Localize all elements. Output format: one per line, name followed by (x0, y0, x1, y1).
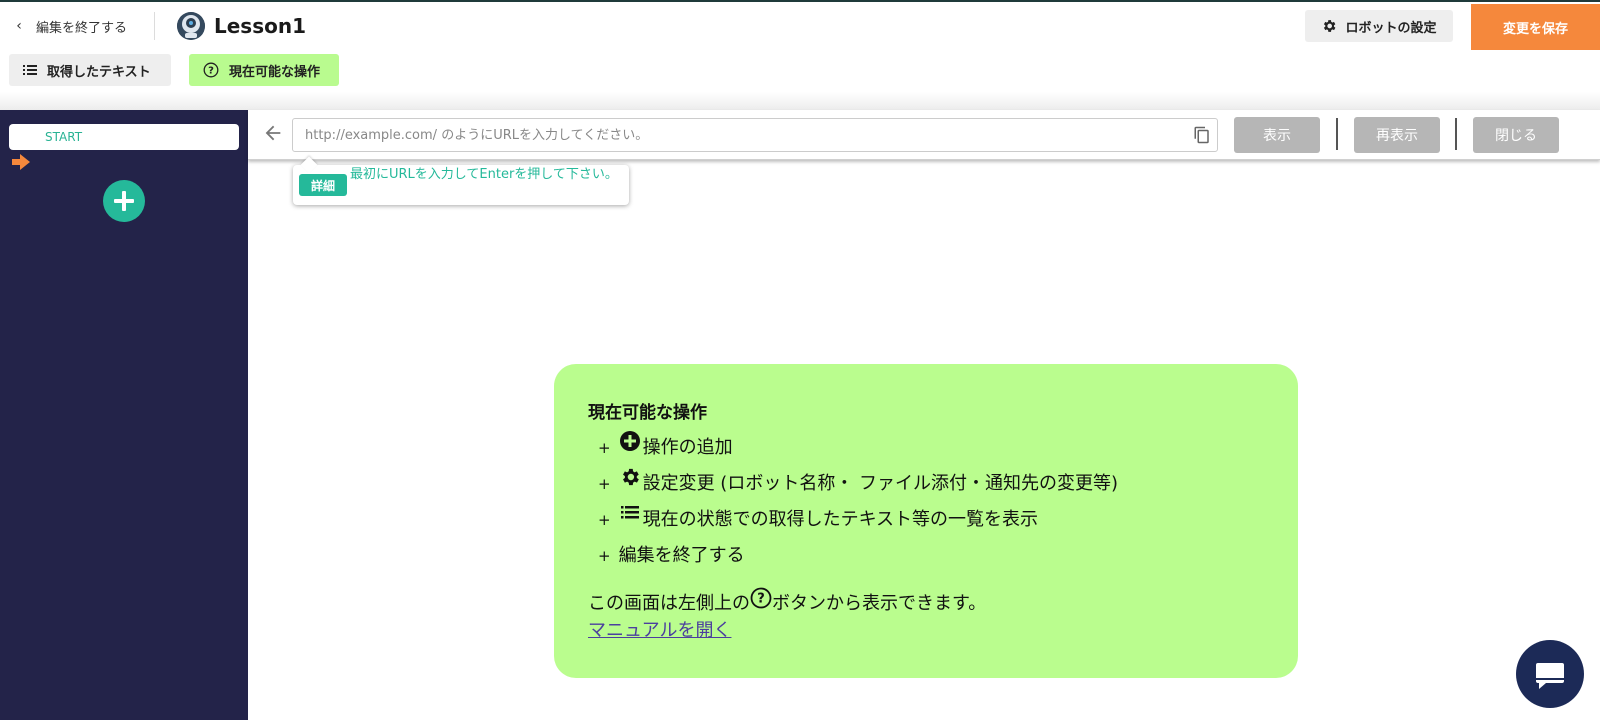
bullet-plus: + (598, 511, 611, 529)
help-circle-icon: ? (750, 587, 772, 609)
page-title: Lesson1 (214, 14, 307, 38)
gear-icon (622, 468, 639, 486)
panel-title: 現在可能な操作 (588, 403, 707, 423)
help-item-settings: + 設定変更 (ロボット名称・ ファイル添付・通知先の変更等) (588, 466, 1264, 502)
arrow-right-icon (12, 154, 30, 170)
help-item-exit-edit: + 編集を終了する (588, 538, 1264, 574)
svg-text:?: ? (757, 592, 765, 607)
header-divider (154, 12, 155, 40)
help-item-text: 操作の追加 (642, 437, 733, 458)
add-operation-button[interactable] (103, 180, 145, 222)
list-icon (620, 506, 639, 519)
robot-settings-label: ロボットの設定 (1345, 20, 1437, 36)
url-input[interactable] (292, 118, 1218, 152)
help-circle-icon: ? (203, 62, 219, 78)
flow-sidebar: START (0, 110, 248, 720)
bullet-plus: + (598, 439, 611, 457)
available-operations-panel: 現在可能な操作 + 操作の追加 + 設定変更 (ロボット名称・ ファイル添付・通… (554, 364, 1298, 678)
show-button[interactable]: 表示 (1234, 117, 1320, 153)
plus-icon (114, 191, 134, 211)
help-item-text: 設定変更 (ロボット名称・ ファイル添付・通知先の変更等) (642, 473, 1119, 494)
acquired-text-label: 取得したテキスト (47, 64, 151, 80)
plus-circle-icon (619, 431, 640, 451)
help-item-text: 編集を終了する (618, 545, 745, 566)
button-separator (1336, 118, 1338, 150)
gear-icon (1324, 20, 1336, 32)
robot-avatar-icon (177, 12, 205, 40)
help-footer: この画面は左側上の ? ボタンから表示できます。 (588, 587, 1264, 618)
footer-text-after: ボタンから表示できます。 (772, 593, 987, 614)
list-icon (23, 65, 37, 75)
chat-support-button[interactable] (1516, 640, 1584, 708)
help-item-add-operation: + 操作の追加 (588, 430, 1264, 466)
svg-text:?: ? (208, 66, 214, 77)
close-button[interactable]: 閉じる (1473, 117, 1559, 153)
reload-button[interactable]: 再表示 (1354, 117, 1440, 153)
button-separator (1455, 118, 1457, 150)
chat-bubble-icon (1536, 663, 1564, 689)
arrow-left-icon[interactable] (262, 122, 284, 144)
header: ‹ 編集を終了する Lesson1 ロボットの設定 変更を保存 (0, 2, 1600, 50)
copy-icon[interactable] (1193, 126, 1211, 144)
available-operations-label: 現在可能な操作 (229, 64, 321, 80)
help-item-text-list: + 現在の状態での取得したテキスト等の一覧を表示 (588, 502, 1264, 538)
start-node[interactable]: START (9, 124, 239, 150)
browser-bar: 表示 再表示 閉じる (248, 110, 1600, 160)
bullet-plus: + (598, 475, 611, 493)
footer-text-before: この画面は左側上の (588, 593, 750, 614)
bullet-plus: + (598, 547, 611, 565)
help-item-text: 現在の状態での取得したテキスト等の一覧を表示 (642, 509, 1039, 530)
robot-settings-button[interactable]: ロボットの設定 (1305, 10, 1453, 42)
acquired-text-button[interactable]: 取得したテキスト (9, 54, 171, 86)
details-badge[interactable]: 詳細 (299, 174, 347, 196)
exit-edit-link[interactable]: ‹ 編集を終了する (12, 14, 127, 38)
available-operations-button[interactable]: ? 現在可能な操作 (189, 54, 339, 86)
chevron-left-icon: ‹ (16, 18, 22, 34)
save-changes-button[interactable]: 変更を保存 (1471, 4, 1600, 50)
url-hint-tooltip: 詳細 最初にURLを入力してEnterを押して下さい。 (293, 156, 629, 205)
header-shadow (0, 92, 1600, 110)
tooltip-text: 最初にURLを入力してEnterを押して下さい。 (350, 167, 618, 182)
exit-edit-label: 編集を終了する (36, 20, 128, 36)
open-manual-link[interactable]: マニュアルを開く (588, 618, 731, 644)
